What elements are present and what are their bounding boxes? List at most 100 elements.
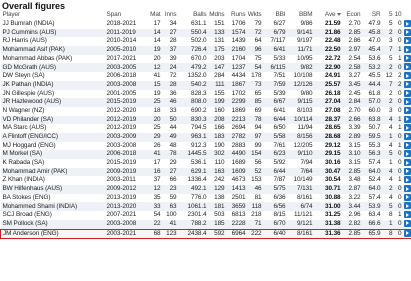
row-link-cell[interactable] — [403, 98, 411, 107]
table-row[interactable]: PJ Cummins (AUS)2011-20191427550.4133157… — [1, 29, 411, 38]
table-row[interactable]: K Rabada (SA)2015-20191729536.1110168956… — [1, 159, 411, 168]
arrow-right-icon[interactable] — [404, 55, 411, 62]
table-row[interactable]: SM Pollock (SA)2003-20082241788.21852228… — [1, 220, 411, 229]
cell-player[interactable]: SM Pollock (SA) — [1, 220, 106, 229]
table-row[interactable]: SCJ Broad (ENG)2007-2021541002301.450368… — [1, 211, 411, 220]
arrow-right-icon[interactable] — [404, 63, 411, 70]
row-link-cell[interactable] — [403, 142, 411, 151]
cell-player[interactable]: SCJ Broad (ENG) — [1, 211, 106, 220]
table-row[interactable]: JN Gillespie (AUS)2001-20051936828.31551… — [1, 90, 411, 99]
cell-player[interactable]: Z Khan (INDIA) — [1, 176, 106, 185]
column-header-5[interactable]: 5 — [382, 11, 394, 20]
cell-player[interactable]: K Rabada (SA) — [1, 159, 106, 168]
arrow-right-icon[interactable] — [404, 107, 411, 114]
row-link-cell[interactable] — [403, 202, 411, 211]
arrow-right-icon[interactable] — [404, 211, 411, 218]
arrow-right-icon[interactable] — [404, 150, 411, 157]
arrow-right-icon[interactable] — [404, 37, 411, 44]
table-row[interactable]: A Flintoff (ENG/ICC)2003-20092949963.118… — [1, 133, 411, 142]
arrow-right-icon[interactable] — [404, 168, 411, 175]
column-header-span[interactable]: Span — [106, 11, 148, 20]
cell-player[interactable]: A Flintoff (ENG/ICC) — [1, 133, 106, 142]
cell-player[interactable]: Mohammed Shami (INDIA) — [1, 202, 106, 211]
cell-player[interactable]: PJ Cummins (AUS) — [1, 29, 106, 38]
row-link-cell[interactable] — [403, 29, 411, 38]
table-row[interactable]: MJ Hoggard (ENG)2003-20082648912.3190288… — [1, 142, 411, 151]
table-row[interactable]: JK Pathan (INDIA)2003-20081528540.211118… — [1, 81, 411, 90]
row-link-cell[interactable] — [403, 133, 411, 142]
cell-player[interactable]: GD McGrath (AUS) — [1, 63, 106, 72]
row-link-cell[interactable] — [403, 63, 411, 72]
cell-player[interactable]: MJ Hoggard (ENG) — [1, 142, 106, 151]
column-header-bbi[interactable]: BBI — [263, 11, 287, 20]
arrow-right-icon[interactable] — [404, 29, 411, 36]
cell-player[interactable]: DW Steyn (SA) — [1, 72, 106, 81]
arrow-right-icon[interactable] — [404, 90, 411, 97]
table-row[interactable]: Mohammad Amir (PAK)2009-20191627629.1163… — [1, 168, 411, 177]
table-row[interactable]: BA Stokes (ENG)2013-20193559776.01382501… — [1, 194, 411, 203]
table-row[interactable]: DW Steyn (SA)2006-201841721352.028444341… — [1, 72, 411, 81]
arrow-right-icon[interactable] — [404, 142, 411, 149]
arrow-right-icon[interactable] — [404, 98, 411, 105]
cell-player[interactable]: Mohammad Abbas (PAK) — [1, 55, 106, 64]
row-link-cell[interactable] — [403, 176, 411, 185]
column-header-inns[interactable]: Inns — [162, 11, 178, 20]
row-link-cell[interactable] — [403, 229, 411, 239]
cell-player[interactable]: JN Gillespie (AUS) — [1, 90, 106, 99]
cell-player[interactable]: Mohammad Asif (PAK) — [1, 46, 106, 55]
column-header-econ[interactable]: Econ — [342, 11, 362, 20]
row-link-cell[interactable] — [403, 211, 411, 220]
table-row[interactable]: VD Philander (SA)2012-20192050830.320822… — [1, 116, 411, 125]
cell-player[interactable]: JJ Bumrah (INDIA) — [1, 20, 106, 29]
row-link-cell[interactable] — [403, 72, 411, 81]
row-link-cell[interactable] — [403, 90, 411, 99]
column-header-mdns[interactable]: Mdns — [208, 11, 226, 20]
table-row[interactable]: M Morkel (SA)2006-201841781445.530244901… — [1, 150, 411, 159]
row-link-cell[interactable] — [403, 124, 411, 133]
arrow-right-icon[interactable] — [404, 220, 411, 227]
cell-player[interactable]: VD Philander (SA) — [1, 116, 106, 125]
arrow-right-icon[interactable] — [404, 194, 411, 201]
table-row[interactable]: Mohammad Asif (PAK)2005-20101937726.4175… — [1, 46, 411, 55]
table-row[interactable]: JJ Bumrah (INDIA)2018-20211734631.115117… — [1, 20, 411, 29]
table-row[interactable]: N Wagner (NZ)2012-20201833690.2160186969… — [1, 107, 411, 116]
row-link-cell[interactable] — [403, 194, 411, 203]
table-row[interactable]: Mohammad Abbas (PAK)2017-20212039670.020… — [1, 55, 411, 64]
arrow-right-icon[interactable] — [404, 20, 411, 27]
column-header-bbm[interactable]: BBM — [287, 11, 314, 20]
row-link-cell[interactable] — [403, 37, 411, 46]
cell-player[interactable]: JK Pathan (INDIA) — [1, 81, 106, 90]
table-row[interactable]: BW Hilfenhaus (AUS)2009-20121223492.1129… — [1, 185, 411, 194]
cell-player[interactable]: BA Stokes (ENG) — [1, 194, 106, 203]
table-row[interactable]: Z Khan (INDIA)2003-201137661336.42424673… — [1, 176, 411, 185]
arrow-right-icon[interactable] — [404, 72, 411, 79]
row-link-cell[interactable] — [403, 159, 411, 168]
row-link-cell[interactable] — [403, 46, 411, 55]
arrow-right-icon[interactable] — [404, 176, 411, 183]
table-row[interactable]: JR Hazlewood (AUS)2015-20192546808.01992… — [1, 98, 411, 107]
column-header-balls[interactable]: Balls — [178, 11, 208, 20]
arrow-right-icon[interactable] — [404, 46, 411, 53]
arrow-right-icon[interactable] — [404, 185, 411, 192]
row-link-cell[interactable] — [403, 81, 411, 90]
column-header-runs[interactable]: Runs — [226, 11, 247, 20]
arrow-right-icon[interactable] — [404, 202, 411, 209]
row-link-cell[interactable] — [403, 107, 411, 116]
arrow-right-icon[interactable] — [404, 124, 411, 131]
table-row[interactable]: Mohammed Shami (INDIA)2013-202033631061.… — [1, 202, 411, 211]
arrow-right-icon[interactable] — [404, 230, 411, 237]
cell-player[interactable]: M Morkel (SA) — [1, 150, 106, 159]
row-link-cell[interactable] — [403, 116, 411, 125]
row-link-cell[interactable] — [403, 20, 411, 29]
row-link-cell[interactable] — [403, 220, 411, 229]
arrow-right-icon[interactable] — [404, 81, 411, 88]
table-row[interactable]: RJ Harris (AUS)2010-20141428502.01311439… — [1, 37, 411, 46]
table-row[interactable]: JM Anderson (ENG)2003-2021681232438.4592… — [1, 229, 411, 239]
table-row[interactable]: MA Starc (AUS)2012-20192544794.516626949… — [1, 124, 411, 133]
row-link-cell[interactable] — [403, 150, 411, 159]
cell-player[interactable]: JR Hazlewood (AUS) — [1, 98, 106, 107]
arrow-right-icon[interactable] — [404, 159, 411, 166]
row-link-cell[interactable] — [403, 185, 411, 194]
cell-player[interactable]: Mohammad Amir (PAK) — [1, 168, 106, 177]
arrow-right-icon[interactable] — [404, 133, 411, 140]
